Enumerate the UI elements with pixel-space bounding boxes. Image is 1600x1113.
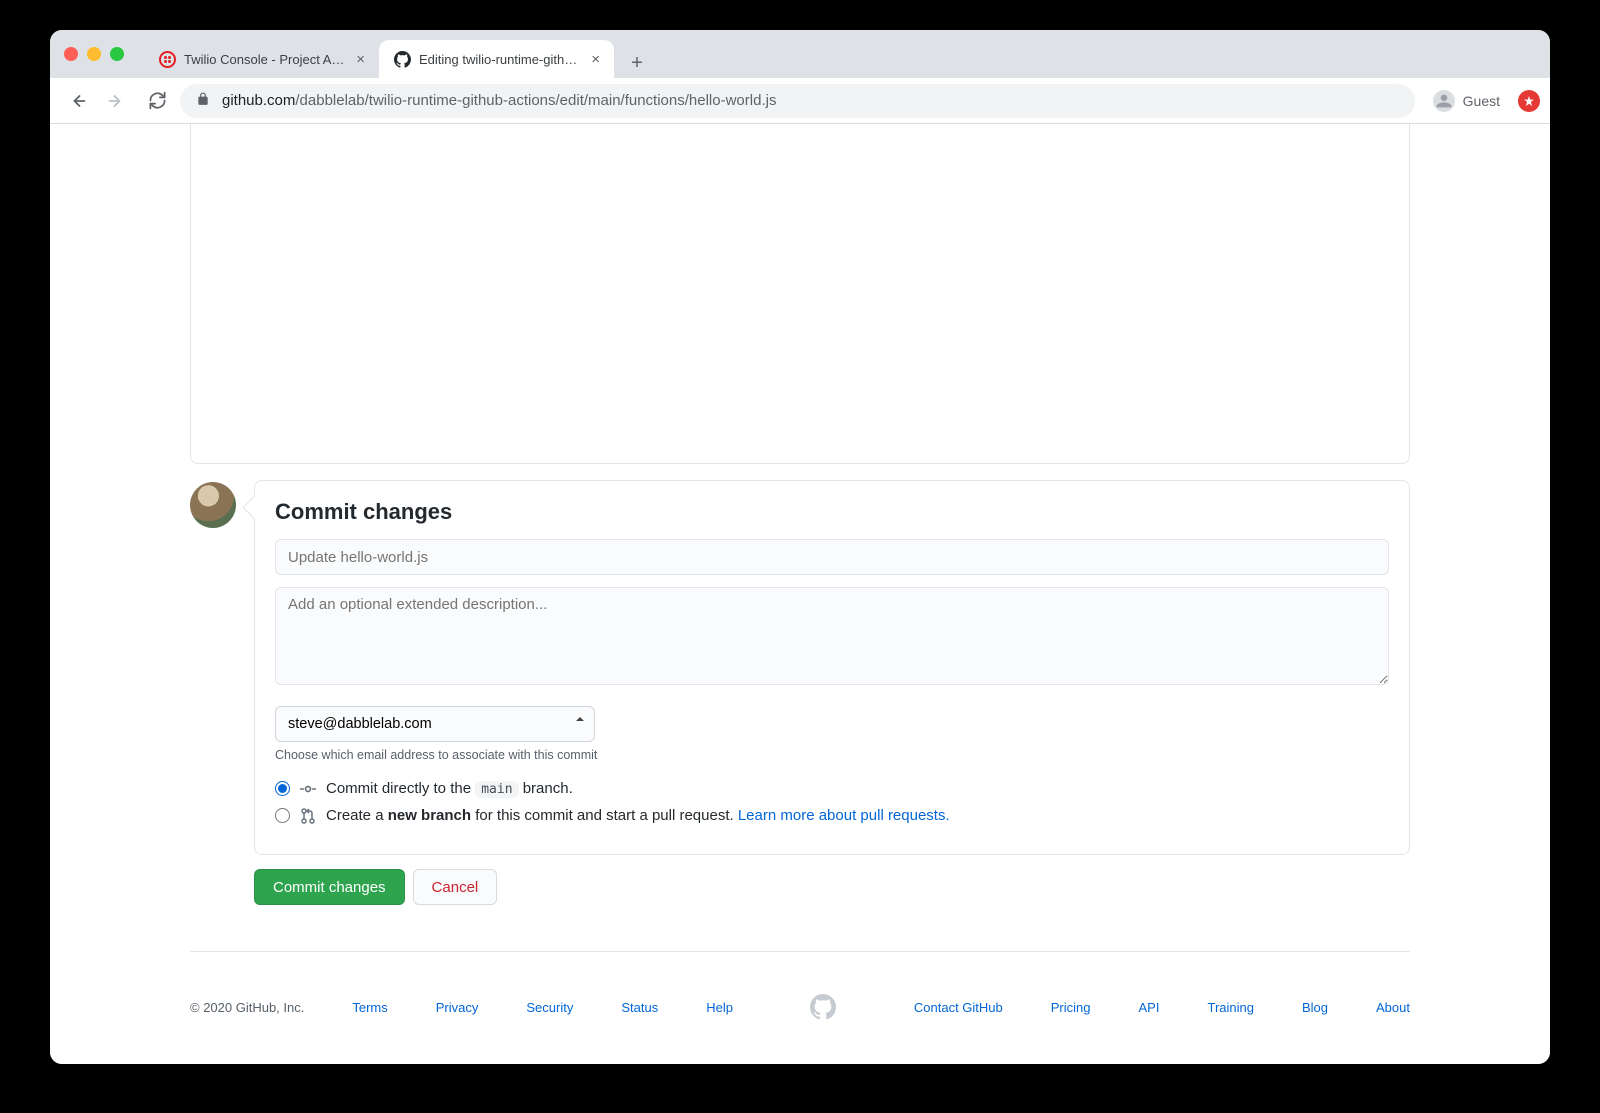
forward-button[interactable] [100, 84, 134, 118]
commit-section: Commit changes steve@dabblelab.com Choos… [190, 480, 1410, 855]
url-text: github.com/dabblelab/twilio-runtime-gith… [222, 92, 1399, 109]
radio-commit-direct[interactable]: Commit directly to the main branch. [275, 780, 1389, 797]
commit-message-input[interactable] [275, 539, 1389, 575]
tab-title: Editing twilio-runtime-github-a [419, 52, 583, 67]
email-hint: Choose which email address to associate … [275, 748, 1389, 762]
footer-left: © 2020 GitHub, Inc. Terms Privacy Securi… [190, 1000, 733, 1015]
commit-changes-button[interactable]: Commit changes [254, 869, 405, 905]
footer-link-security[interactable]: Security [526, 1000, 573, 1015]
lock-icon [196, 92, 210, 110]
person-icon [1433, 90, 1455, 112]
code-editor-area[interactable] [190, 124, 1410, 464]
commit-email-select[interactable]: steve@dabblelab.com [275, 706, 595, 742]
new-tab-button[interactable]: + [622, 48, 652, 78]
footer-link-privacy[interactable]: Privacy [436, 1000, 479, 1015]
footer-link-about[interactable]: About [1376, 1000, 1410, 1015]
radio-new-branch[interactable]: Create a new branch for this commit and … [275, 807, 1389, 824]
footer: © 2020 GitHub, Inc. Terms Privacy Securi… [190, 951, 1410, 1020]
reload-button[interactable] [140, 84, 174, 118]
guest-label: Guest [1463, 93, 1500, 109]
git-pull-request-icon [300, 808, 316, 824]
footer-right: Contact GitHub Pricing API Training Blog… [914, 1000, 1410, 1015]
url-host: github.com [222, 92, 295, 109]
traffic-lights [64, 47, 124, 61]
window-maximize-icon[interactable] [110, 47, 124, 61]
twilio-favicon-icon [158, 50, 176, 68]
profile-guest-button[interactable]: Guest [1421, 86, 1512, 116]
tab-title: Twilio Console - Project API Ke [184, 52, 348, 67]
tab-strip: Twilio Console - Project API Ke × Editin… [144, 30, 652, 78]
window-minimize-icon[interactable] [87, 47, 101, 61]
commit-actions: Commit changes Cancel [190, 869, 1410, 905]
commit-description-textarea[interactable] [275, 587, 1389, 685]
footer-link-api[interactable]: API [1139, 1000, 1160, 1015]
github-favicon-icon [393, 50, 411, 68]
avatar[interactable] [190, 482, 236, 528]
commit-heading: Commit changes [275, 499, 1389, 525]
toolbar: github.com/dabblelab/twilio-runtime-gith… [50, 78, 1550, 124]
tab-twilio-console[interactable]: Twilio Console - Project API Ke × [144, 40, 379, 78]
branch-code: main [475, 781, 518, 798]
browser-window: Twilio Console - Project API Ke × Editin… [50, 30, 1550, 1064]
address-bar[interactable]: github.com/dabblelab/twilio-runtime-gith… [180, 84, 1415, 118]
pull-request-learn-link[interactable]: Learn more about pull requests. [738, 807, 950, 824]
back-button[interactable] [60, 84, 94, 118]
url-path: /dabblelab/twilio-runtime-github-actions… [295, 92, 776, 109]
footer-link-status[interactable]: Status [621, 1000, 658, 1015]
footer-link-blog[interactable]: Blog [1302, 1000, 1328, 1015]
tab-github-editing[interactable]: Editing twilio-runtime-github-a × [379, 40, 614, 78]
page-content: Commit changes steve@dabblelab.com Choos… [50, 124, 1550, 1064]
github-logo-icon[interactable] [810, 994, 836, 1020]
footer-link-contact[interactable]: Contact GitHub [914, 1000, 1003, 1015]
footer-link-pricing[interactable]: Pricing [1051, 1000, 1091, 1015]
radio-input-branch[interactable] [275, 808, 290, 823]
radio-direct-text: Commit directly to the main branch. [326, 780, 573, 797]
extension-icon[interactable] [1518, 90, 1540, 112]
git-commit-icon [300, 781, 316, 797]
tab-close-icon[interactable]: × [356, 51, 365, 68]
cancel-button[interactable]: Cancel [413, 869, 498, 905]
radio-branch-text: Create a new branch for this commit and … [326, 807, 950, 824]
window-close-icon[interactable] [64, 47, 78, 61]
footer-link-training[interactable]: Training [1207, 1000, 1253, 1015]
footer-link-terms[interactable]: Terms [352, 1000, 387, 1015]
footer-copyright: © 2020 GitHub, Inc. [190, 1000, 304, 1015]
footer-link-help[interactable]: Help [706, 1000, 733, 1015]
tab-close-icon[interactable]: × [591, 51, 600, 68]
title-bar: Twilio Console - Project API Ke × Editin… [50, 30, 1550, 78]
radio-input-direct[interactable] [275, 781, 290, 796]
commit-box: Commit changes steve@dabblelab.com Choos… [254, 480, 1410, 855]
